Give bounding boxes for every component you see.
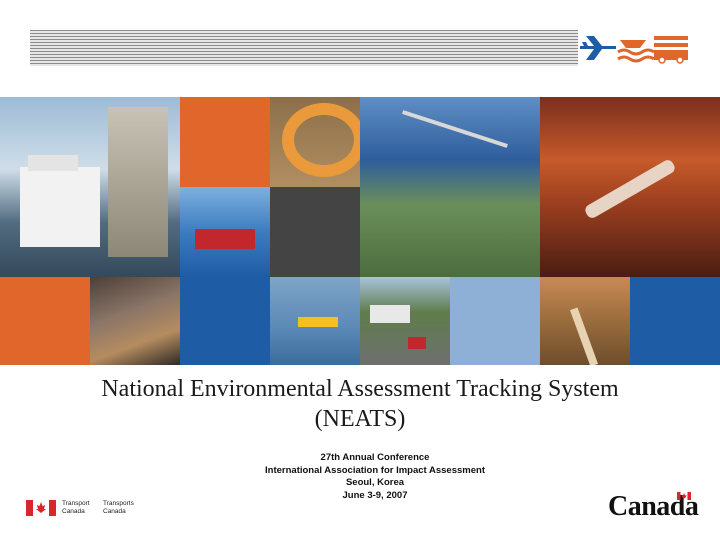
- header-stripes: [30, 30, 578, 66]
- highway-trucks-photo: [360, 277, 450, 365]
- ship-wave-icon: [617, 40, 655, 63]
- tc-en-line-2: Canada: [62, 508, 85, 515]
- train-platform-photo: [90, 277, 180, 365]
- canada-flag-icon: [26, 500, 56, 516]
- conference-info: 27th Annual Conference International Ass…: [230, 452, 520, 502]
- presentation-title: National Environmental Assessment Tracki…: [0, 374, 720, 434]
- conference-line-2: International Association for Impact Ass…: [265, 464, 485, 476]
- airplane-icon: [580, 36, 616, 60]
- light-blue-tile: [450, 277, 540, 365]
- conference-line-3: Seoul, Korea: [345, 477, 405, 488]
- jet-sunset-photo: [540, 97, 720, 277]
- conference-line-1: 27th Annual Conference: [320, 452, 430, 463]
- floatplane-photo: [270, 277, 360, 365]
- tc-fr-line-1: Transports: [103, 500, 134, 507]
- rail-icon: [654, 36, 688, 64]
- title-line-1: National Environmental Assessment Tracki…: [101, 376, 619, 402]
- dark-grey-tile: [270, 187, 360, 277]
- transport-canada-en: Transport Canada: [62, 500, 90, 516]
- wordmark-flag-icon: [677, 492, 691, 500]
- blue-tile-bottom: [180, 277, 270, 365]
- photo-mosaic: [0, 97, 720, 365]
- orange-tile-top: [180, 97, 270, 187]
- title-line-2: (NEATS): [314, 406, 406, 432]
- transport-canada-fr: Transports Canada: [103, 500, 134, 516]
- orange-tile-left: [0, 277, 90, 365]
- bridge-landscape-photo: [360, 97, 540, 277]
- conference-line-4: June 3-9, 2007: [342, 489, 408, 501]
- cruise-ship-photo: [0, 97, 180, 277]
- tc-en-line-1: Transport: [62, 500, 90, 507]
- transport-mode-logo: [580, 36, 688, 64]
- blue-tile-right: [630, 277, 720, 365]
- country-road-photo: [540, 277, 630, 365]
- tc-fr-line-2: Canada: [103, 508, 126, 515]
- blue-tile-mid: [180, 187, 270, 277]
